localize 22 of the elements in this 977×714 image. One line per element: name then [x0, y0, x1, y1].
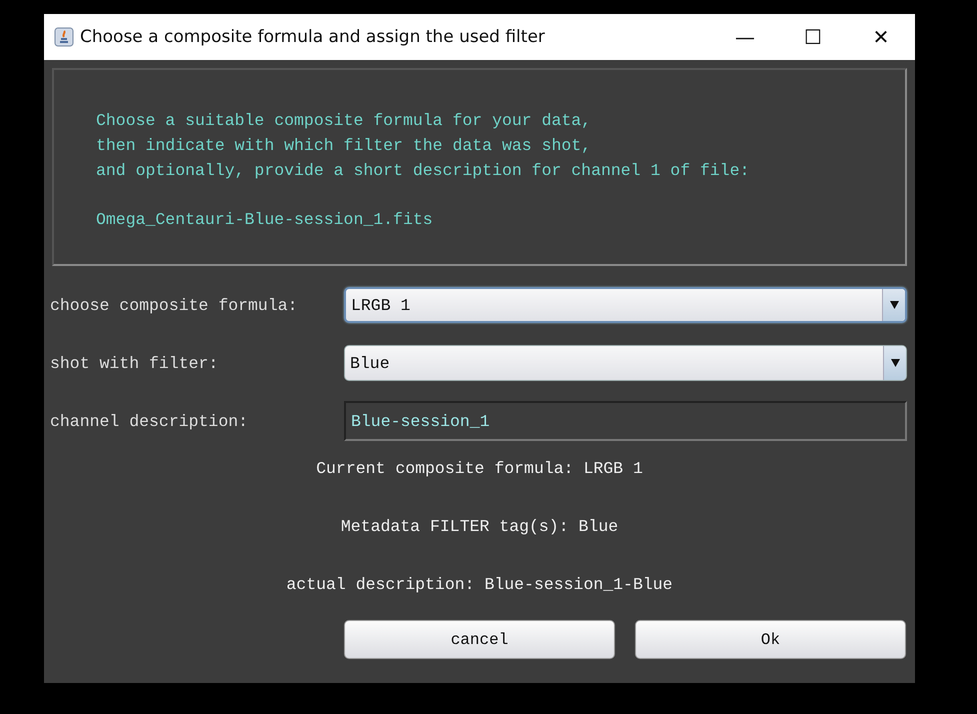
ok-button[interactable]: Ok	[635, 620, 906, 659]
window-title: Choose a composite formula and assign the used filter	[80, 27, 546, 47]
instruction-text: and optionally, provide a short description for channel 1 of file:	[96, 160, 751, 182]
field-label: channel description:	[49, 412, 250, 430]
close-button[interactable]: ✕	[847, 25, 915, 49]
app-icon	[54, 27, 74, 47]
dropdown[interactable]: LRGB 1	[344, 287, 907, 323]
file-name: Omega_Centauri-Blue-session_1.fits	[96, 209, 434, 231]
minimize-button[interactable]: —	[711, 25, 779, 49]
status-text: Metadata FILTER tag(s): Blue	[340, 516, 618, 538]
input-field[interactable]: Blue-session_1	[344, 401, 907, 441]
instruction-text: then indicate with which filter the data was shot,	[96, 135, 592, 157]
field-label: choose composite formula:	[49, 296, 299, 314]
maximize-button[interactable]: ☐	[779, 25, 847, 49]
dropdown[interactable]: Blue	[344, 345, 907, 381]
field-label: shot with filter:	[49, 354, 220, 372]
status-text: Current composite formula: LRGB 1	[316, 458, 643, 480]
cancel-button[interactable]: cancel	[344, 620, 615, 659]
instruction-text: Choose a suitable composite formula for your data,	[96, 110, 592, 132]
caret-icon	[890, 359, 900, 367]
caret-icon	[890, 301, 898, 309]
status-text: actual description: Blue-session_1-Blue	[286, 574, 673, 596]
